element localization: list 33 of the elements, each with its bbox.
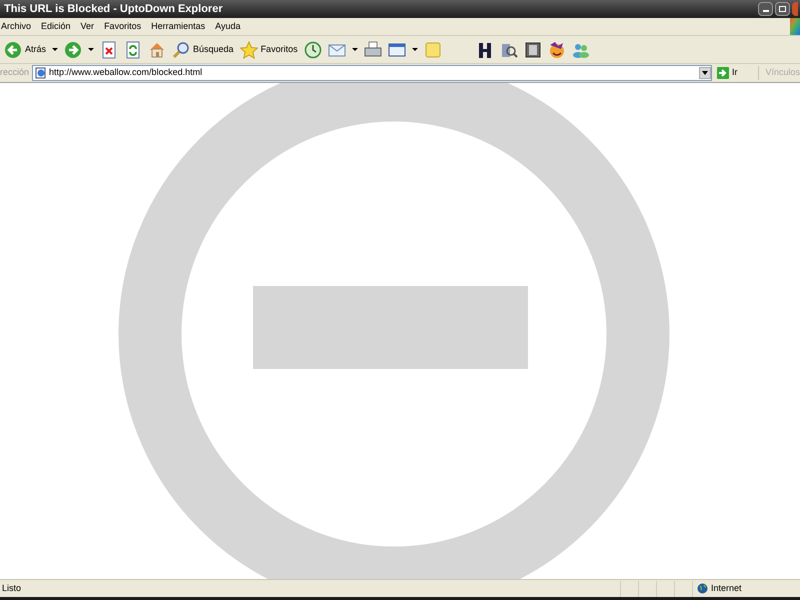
status-text: Listo: [1, 582, 22, 595]
toolbar-button[interactable]: Atrás: [2, 38, 60, 62]
stop-icon: [100, 40, 118, 58]
toolbar-button[interactable]: Búsqueda: [170, 38, 236, 62]
menu-item[interactable]: Archivo: [0, 20, 36, 34]
go-button[interactable]: Ir: [716, 65, 738, 81]
printer-icon: [364, 40, 382, 58]
address-field[interactable]: http://www.weballow.com/blocked.html: [32, 65, 712, 81]
clock-icon: [304, 40, 322, 58]
windows-logo-icon: [790, 18, 800, 35]
film-icon: [524, 40, 542, 58]
arrow-icon: [716, 67, 729, 79]
menu-item[interactable]: Edición: [36, 20, 76, 34]
restore-button[interactable]: [775, 2, 790, 16]
address-label: rección: [0, 66, 30, 80]
page-icon: [35, 67, 48, 79]
menu-item[interactable]: Ver: [76, 20, 100, 34]
house-icon: [148, 40, 166, 58]
refresh-icon: [124, 40, 142, 58]
smiley-icon: [548, 40, 566, 58]
window-title: This URL is Blocked - UptoDown Explorer: [3, 2, 223, 17]
globe-icon: [697, 583, 708, 594]
star-icon: [240, 40, 258, 58]
menu-item[interactable]: Ayuda: [210, 20, 246, 34]
menu-item[interactable]: Favoritos: [99, 20, 146, 34]
toolbar-button[interactable]: Favoritos: [238, 38, 300, 62]
menu-item[interactable]: Herramientas: [146, 20, 210, 34]
dropdown-button[interactable]: [698, 67, 711, 79]
zone-label: Internet: [711, 582, 742, 595]
window-icon: [388, 40, 406, 58]
minimize-button[interactable]: [758, 2, 773, 16]
note-icon: [424, 40, 442, 58]
magnifier-icon: [172, 40, 190, 58]
